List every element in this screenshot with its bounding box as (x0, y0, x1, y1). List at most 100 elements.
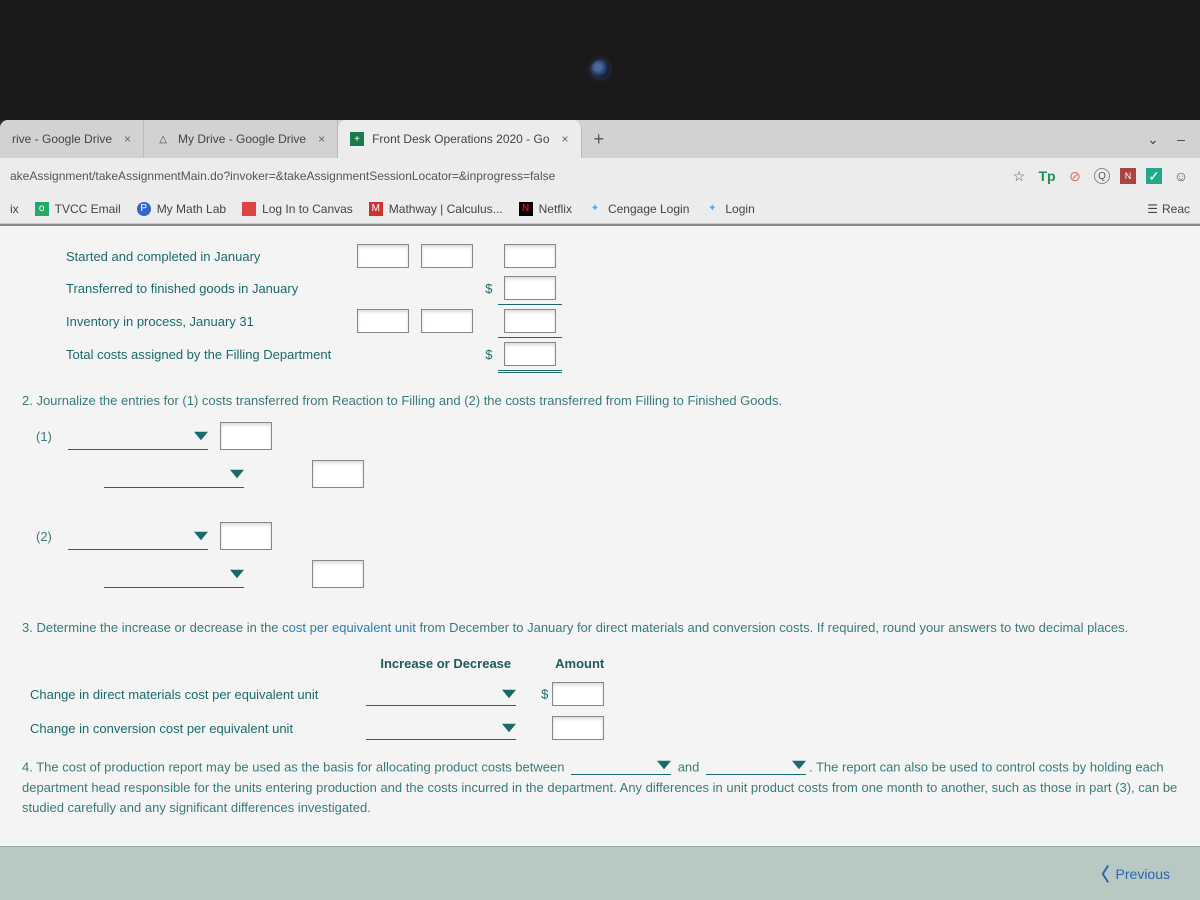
account-dropdown[interactable] (68, 422, 208, 450)
bookmark-my-math-lab[interactable]: P My Math Lab (137, 202, 226, 216)
tab-google-drive-1[interactable]: rive - Google Drive × (0, 120, 144, 158)
col-header-incdec: Increase or Decrease (358, 650, 533, 677)
previous-label: Previous (1116, 866, 1170, 882)
close-icon[interactable]: × (562, 132, 569, 146)
chevron-down-icon (657, 758, 671, 772)
chevron-down-icon (194, 429, 208, 443)
n-icon[interactable]: N (1120, 168, 1136, 184)
chevron-down-icon (230, 467, 244, 481)
bookmark-login[interactable]: ✦ Login (705, 202, 754, 216)
check-icon[interactable]: ✓ (1146, 168, 1162, 184)
table-row: Change in conversion cost per equivalent… (22, 711, 626, 745)
total-costs-input[interactable] (504, 342, 556, 366)
cc-amount-input[interactable] (552, 716, 604, 740)
bookmark-canvas[interactable]: Log In to Canvas (242, 202, 353, 216)
bookmark-label: Login (725, 202, 754, 216)
q-icon[interactable]: Q (1094, 168, 1110, 184)
block-icon[interactable]: ⊘ (1066, 167, 1084, 185)
row-label: Transferred to finished goods in January (60, 272, 351, 305)
tab-label: Front Desk Operations 2020 - Go (372, 132, 549, 146)
row-label: Change in conversion cost per equivalent… (22, 711, 358, 745)
question-4-text: 4. The cost of production report may be … (22, 755, 1178, 818)
account-dropdown[interactable] (68, 522, 208, 550)
canvas-icon (242, 202, 256, 216)
table-row: Started and completed in January (60, 240, 562, 272)
row-label: Started and completed in January (60, 240, 351, 272)
chevron-down-icon (230, 567, 244, 581)
profile-icon[interactable]: ☺ (1172, 167, 1190, 185)
close-icon[interactable]: × (124, 132, 131, 146)
new-tab-button[interactable]: + (582, 129, 617, 150)
row-label: Change in direct materials cost per equi… (22, 677, 358, 711)
debit-amount-input[interactable] (220, 522, 272, 550)
assignment-content: Started and completed in January Transfe… (0, 224, 1200, 846)
url-text[interactable]: akeAssignment/takeAssignmentMain.do?invo… (10, 169, 1000, 183)
account-dropdown[interactable] (104, 560, 244, 588)
bookmark-label: Mathway | Calculus... (389, 202, 503, 216)
row-label: Inventory in process, January 31 (60, 305, 351, 338)
inventory-col2-input[interactable] (421, 309, 473, 333)
bookmark-label: ix (10, 202, 19, 216)
star-icon[interactable]: ☆ (1010, 167, 1028, 185)
tab-front-desk[interactable]: + Front Desk Operations 2020 - Go × (338, 120, 581, 158)
question-3-text: 3. Determine the increase or decrease in… (22, 618, 1178, 638)
tab-label: My Drive - Google Drive (178, 132, 306, 146)
glossary-link[interactable]: cost per equivalent unit (282, 620, 416, 635)
browser-chrome: rive - Google Drive × △ My Drive - Googl… (0, 120, 1200, 224)
reading-list-button[interactable]: ☰ Reac (1147, 202, 1190, 216)
bookmarks-bar: ix o TVCC Email P My Math Lab Log In to … (0, 194, 1200, 224)
close-icon[interactable]: × (318, 132, 325, 146)
credit-amount-input[interactable] (312, 560, 364, 588)
dm-amount-input[interactable] (552, 682, 604, 706)
bookmark-ix[interactable]: ix (10, 202, 19, 216)
bookmark-mathway[interactable]: M Mathway | Calculus... (369, 202, 503, 216)
started-total-input[interactable] (504, 244, 556, 268)
table-row: Inventory in process, January 31 (60, 305, 562, 338)
bookmark-label: Log In to Canvas (262, 202, 353, 216)
credit-amount-input[interactable] (312, 460, 364, 488)
blank-dropdown-2[interactable] (706, 755, 806, 775)
table-row: Transferred to finished goods in January… (60, 272, 562, 305)
journal-entry-1-credit (36, 460, 1178, 488)
entry-label: (2) (36, 529, 56, 544)
bookmark-tvcc-email[interactable]: o TVCC Email (35, 202, 121, 216)
previous-button[interactable]: 〈 Previous (1092, 861, 1170, 887)
minimize-icon[interactable]: – (1172, 130, 1190, 148)
netflix-icon: N (519, 202, 533, 216)
chevron-down-icon (502, 687, 516, 701)
transferred-total-input[interactable] (504, 276, 556, 300)
tab-bar: rive - Google Drive × △ My Drive - Googl… (0, 120, 1200, 158)
journal-entry-2-credit (36, 560, 1178, 588)
blank-dropdown-1[interactable] (571, 755, 671, 775)
dollar-sign: $ (541, 687, 548, 702)
row-label: Total costs assigned by the Filling Depa… (60, 338, 351, 372)
started-col2-input[interactable] (421, 244, 473, 268)
drive-icon: △ (156, 132, 170, 146)
cengage-icon: ✦ (588, 202, 602, 216)
journal-entry-1-debit: (1) (36, 422, 1178, 450)
chevron-down-icon (194, 529, 208, 543)
bookmark-label: Cengage Login (608, 202, 689, 216)
started-col1-input[interactable] (357, 244, 409, 268)
login-icon: ✦ (705, 202, 719, 216)
sheets-icon: + (350, 132, 364, 146)
bookmark-netflix[interactable]: N Netflix (519, 202, 572, 216)
debit-amount-input[interactable] (220, 422, 272, 450)
incdec-dropdown[interactable] (366, 716, 516, 740)
chevron-left-icon: 〈 (1092, 861, 1110, 887)
tp-icon[interactable]: Tp (1038, 167, 1056, 185)
footer-bar: 〈 Previous (0, 846, 1200, 900)
incdec-dropdown[interactable] (366, 682, 516, 706)
col-header-amount: Amount (533, 650, 626, 677)
account-dropdown[interactable] (104, 460, 244, 488)
bookmark-cengage[interactable]: ✦ Cengage Login (588, 202, 689, 216)
table-row: Total costs assigned by the Filling Depa… (60, 338, 562, 372)
chevron-down-icon[interactable]: ⌄ (1144, 130, 1162, 148)
window-controls: ⌄ – (1144, 130, 1200, 148)
dollar-sign: $ (479, 272, 498, 305)
inventory-total-input[interactable] (504, 309, 556, 333)
pearson-icon: P (137, 202, 151, 216)
bookmark-label: My Math Lab (157, 202, 226, 216)
inventory-col1-input[interactable] (357, 309, 409, 333)
tab-google-drive-2[interactable]: △ My Drive - Google Drive × (144, 120, 338, 158)
